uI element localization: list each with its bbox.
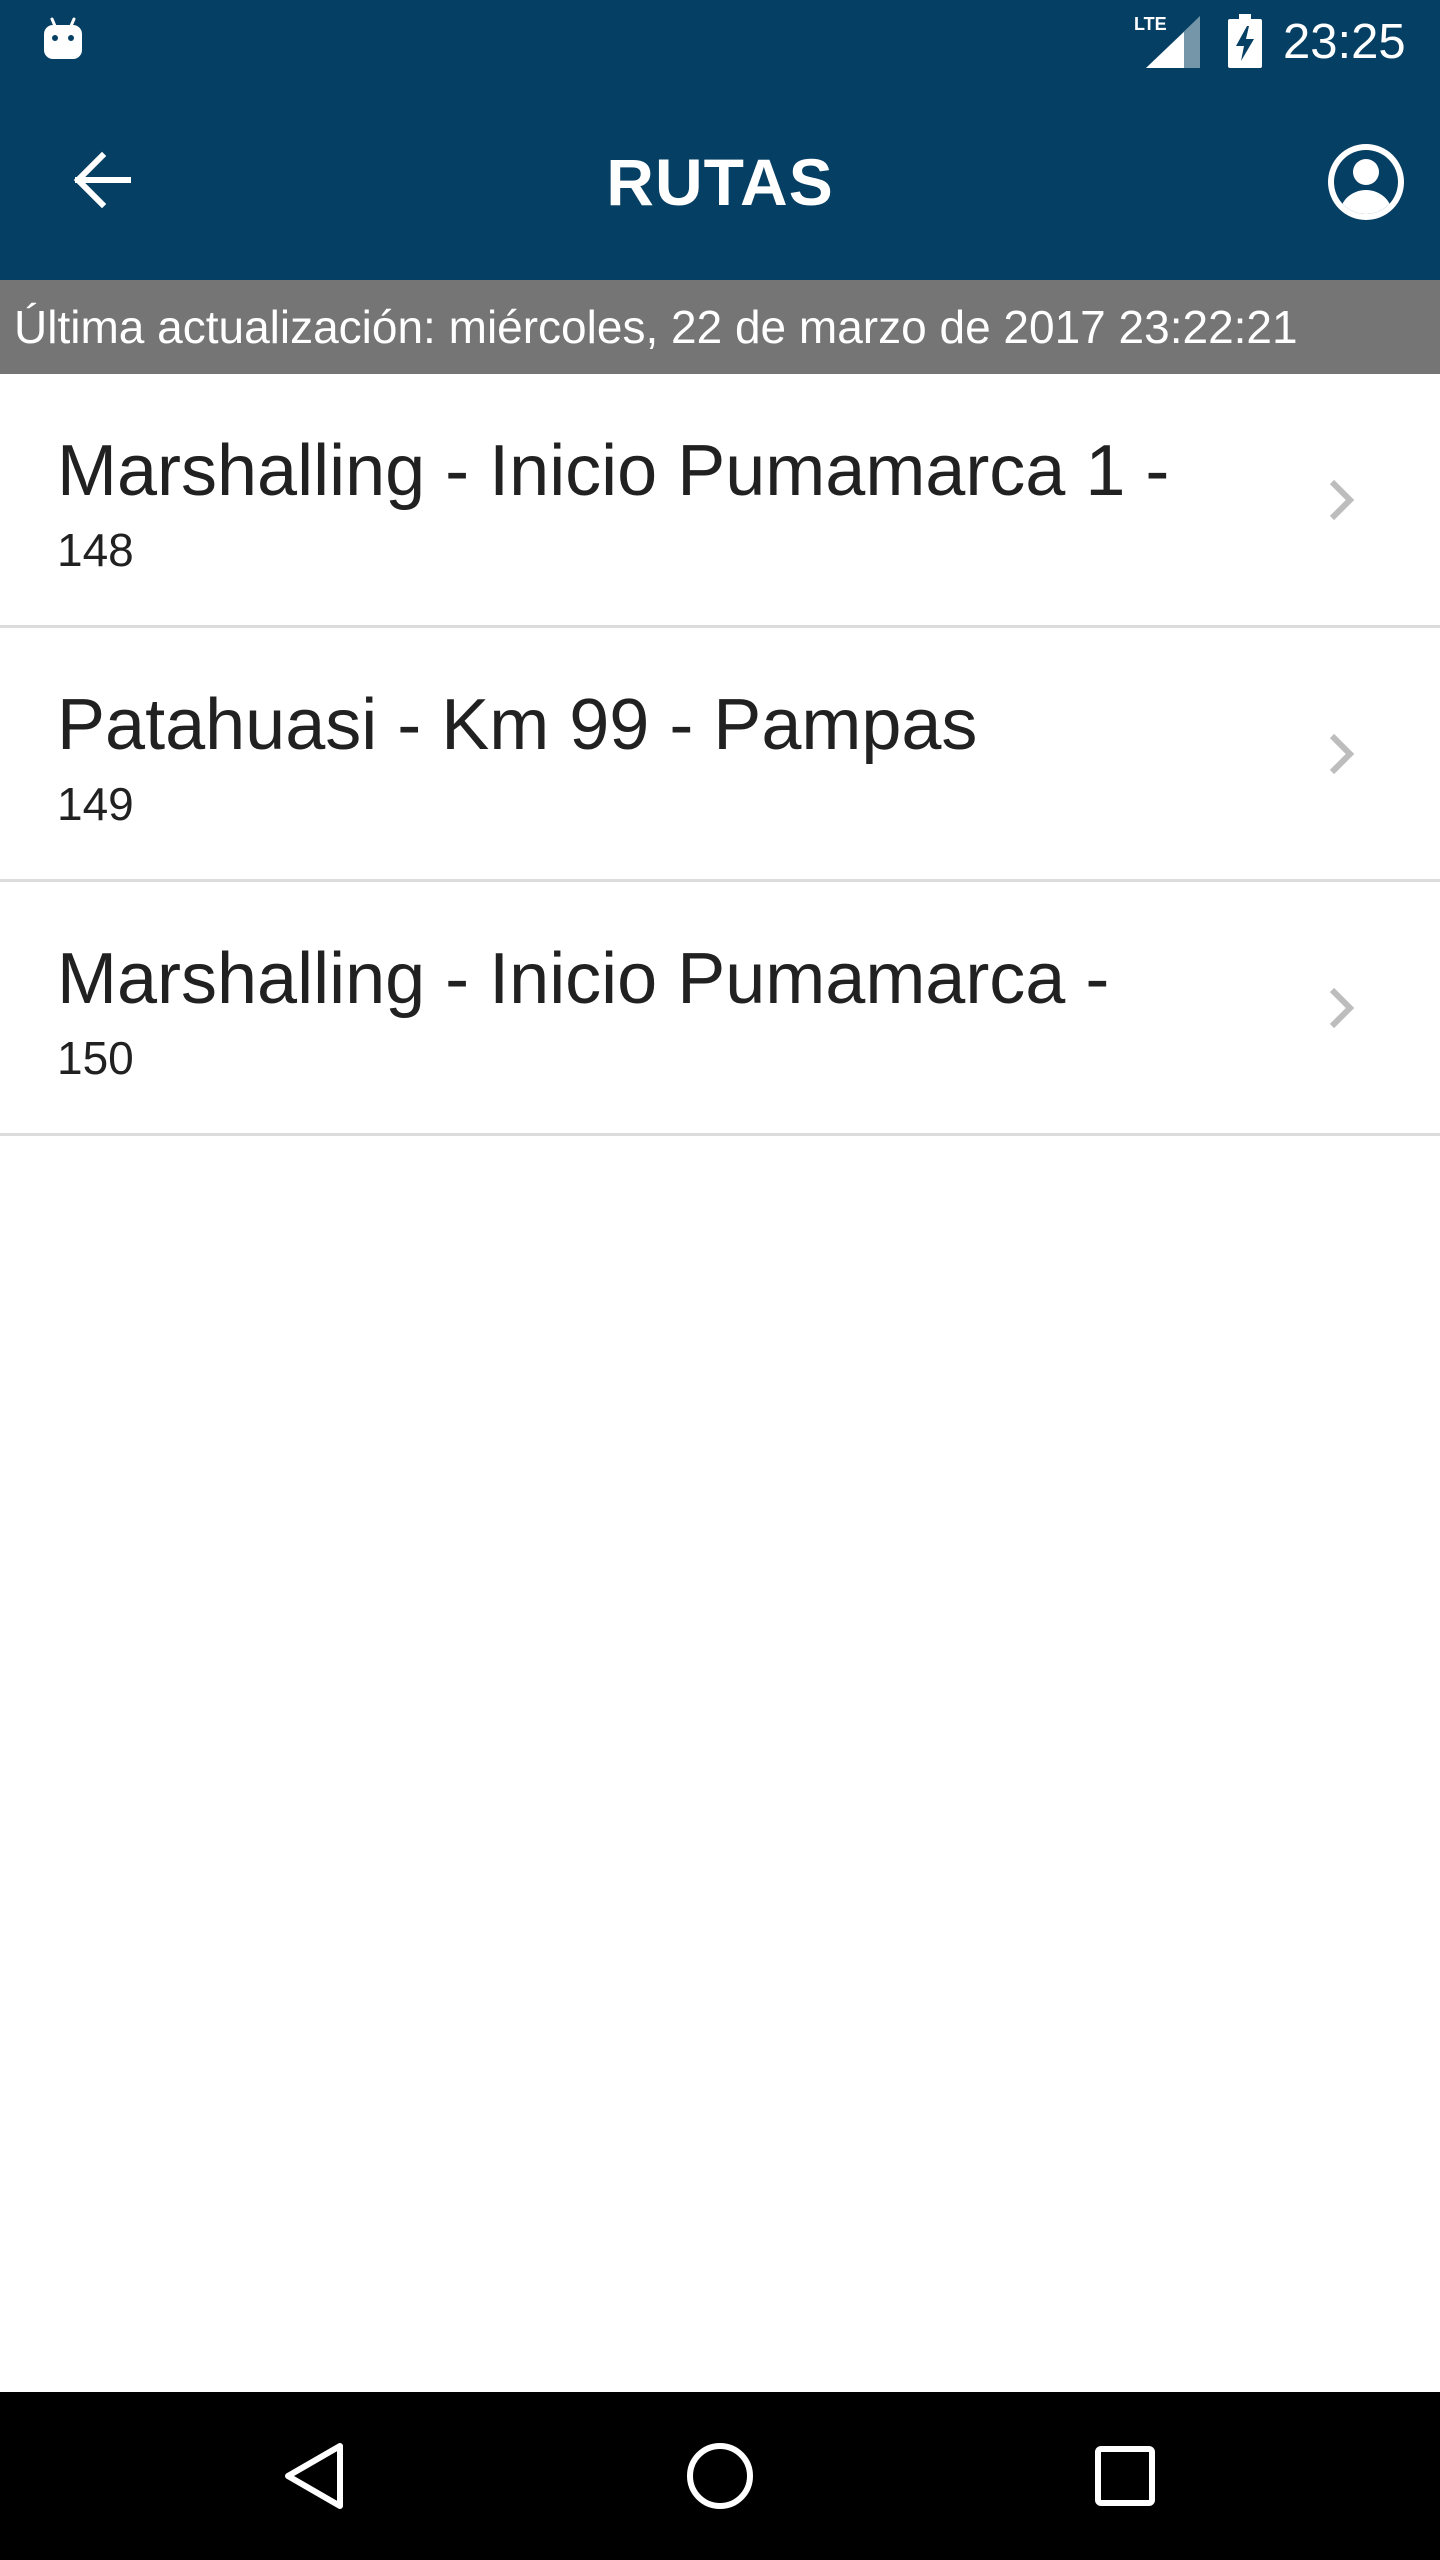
route-number: 149 [57,778,134,830]
page-title: RUTAS [606,145,834,219]
nav-back-button[interactable] [265,2426,365,2526]
nav-back-icon [285,2443,343,2509]
network-label: LTE [1134,14,1167,34]
nav-home-icon [687,2443,753,2509]
route-list-item[interactable]: Patahuasi - Km 99 - Pampas 149 [0,628,1440,882]
account-circle-icon [1328,144,1404,220]
route-name: Patahuasi - Km 99 - Pampas [57,685,978,765]
chevron-right-icon [1329,733,1355,775]
screen: LTE 23:25 RUTAS Última actualización: mi… [0,0,1440,2560]
route-list-item[interactable]: Marshalling - Inicio Pumamarca 1 - 148 [0,374,1440,628]
chevron-right-icon [1329,987,1355,1029]
nav-recents-button[interactable] [1075,2426,1175,2526]
app-toolbar: RUTAS [0,84,1440,280]
android-icon [44,17,82,59]
route-number: 148 [57,524,134,576]
status-clock: 23:25 [1283,15,1406,69]
nav-recents-icon [1095,2446,1155,2506]
nav-home-button[interactable] [670,2426,770,2526]
last-update-banner: Última actualización: miércoles, 22 de m… [0,280,1440,374]
account-button[interactable] [1318,134,1414,230]
chevron-right-icon [1329,479,1355,521]
route-list: Marshalling - Inicio Pumamarca 1 - 148 P… [0,374,1440,1136]
battery-charging-icon [1228,14,1262,68]
status-bar: LTE 23:25 [0,0,1440,84]
route-name: Marshalling - Inicio Pumamarca 1 - [57,431,1170,511]
route-number: 150 [57,1032,134,1084]
lte-signal-icon: LTE [1134,14,1200,68]
route-name: Marshalling - Inicio Pumamarca - [57,939,1110,1019]
system-nav-bar [0,2392,1440,2560]
route-list-item[interactable]: Marshalling - Inicio Pumamarca - 150 [0,882,1440,1136]
